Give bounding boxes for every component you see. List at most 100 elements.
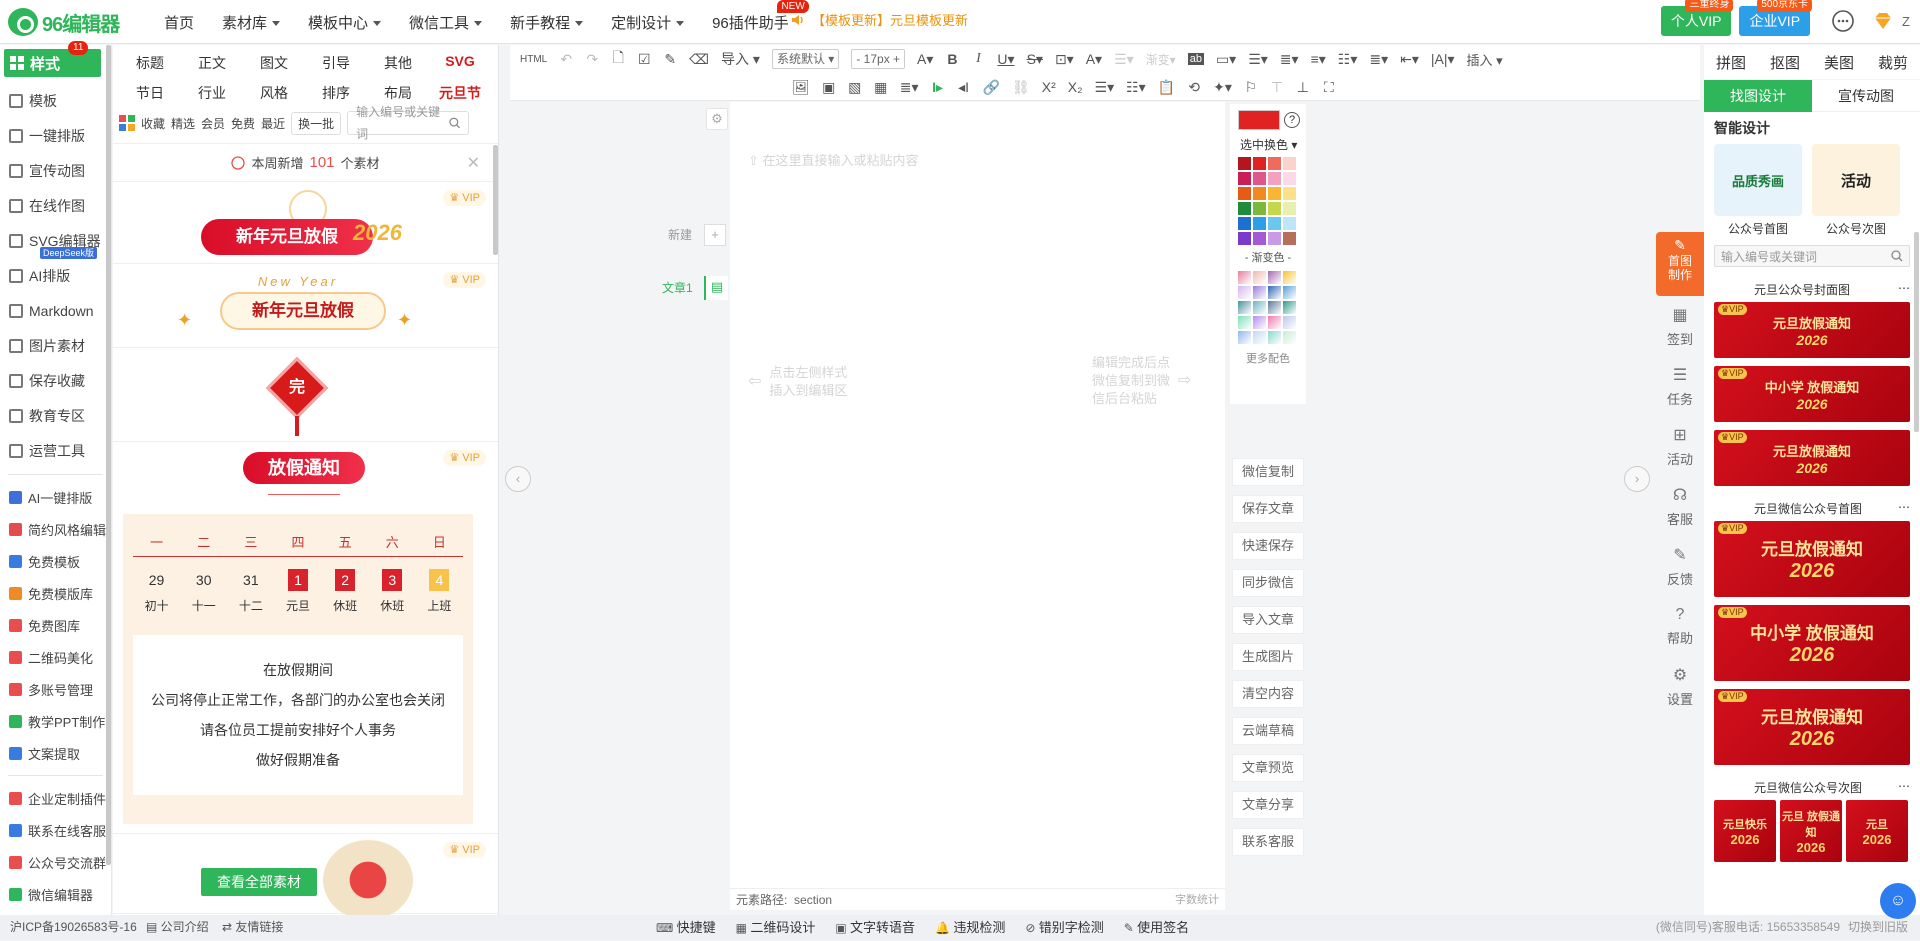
right-scrollbar[interactable] [1914, 232, 1919, 432]
side-action-button[interactable]: 联系客服 [1232, 828, 1304, 856]
sidebar-item[interactable]: 运营工具 [0, 433, 111, 468]
text-border-icon[interactable]: ⊡▾ [1055, 51, 1074, 68]
refresh-button[interactable]: 换一批 [291, 111, 342, 135]
clear-format-icon[interactable]: ⌫ [689, 51, 709, 68]
image-thumbnail[interactable]: ♛VIP 中小学 放假通知 2026 [1714, 605, 1910, 681]
nav-templates[interactable]: 模板中心 [294, 12, 395, 33]
sidebar-tool-item[interactable]: 企业定制插件 [0, 782, 111, 814]
gradient-swatch[interactable] [1253, 271, 1266, 284]
letter-spacing-icon[interactable]: ≣▾ [1369, 51, 1388, 68]
category-title[interactable]: 标题 [119, 53, 181, 73]
gradient-swatch[interactable] [1283, 301, 1296, 314]
font-color-icon[interactable]: A▾ [917, 51, 933, 68]
smart-item-cover[interactable]: 品质秀画 公众号首图 [1714, 144, 1802, 237]
nav-tutorials[interactable]: 新手教程 [496, 12, 597, 33]
footer-tool-link[interactable]: 🔔 违规检测 [935, 915, 1005, 941]
sidebar-tool-item[interactable]: AI一键排版 [0, 481, 111, 513]
line-height-icon[interactable]: ☷▾ [1338, 51, 1358, 68]
nav-home[interactable]: 首页 [150, 12, 208, 33]
tab-cutout[interactable]: 抠图 [1758, 52, 1812, 73]
text-cursor-icon[interactable]: I▸ [931, 79, 945, 96]
sidebar-item[interactable]: 教育专区 [0, 398, 111, 433]
font-family-select[interactable]: 系统默认 ▾ [771, 49, 840, 69]
gradient-swatch[interactable] [1268, 271, 1281, 284]
color-swatch[interactable] [1268, 232, 1281, 245]
gradient-swatch[interactable] [1283, 316, 1296, 329]
search-icon[interactable] [1891, 250, 1903, 262]
editor-canvas[interactable]: ⇧ 在这里直接输入或粘贴内容 ⇦ 点击左侧样式 插入到编辑区 编辑完成后点 微信复制… [730, 102, 1225, 910]
gradient-swatch[interactable] [1268, 331, 1281, 344]
category-style[interactable]: 风格 [243, 83, 305, 103]
side-action-button[interactable]: 文章预览 [1232, 754, 1304, 782]
nav-plugin-helper[interactable]: 96插件助手 NEW [698, 0, 809, 33]
more-colors-link[interactable]: 更多配色 [1230, 344, 1306, 366]
html-source-icon[interactable]: HTML [520, 54, 547, 65]
footer-tool-link[interactable]: ⌨ 快捷键 [656, 915, 716, 941]
redo-icon[interactable]: ↷ [585, 51, 599, 68]
color-filter-icon[interactable] [119, 115, 135, 131]
swap-color-menu[interactable]: 选中换色 ▾ [1230, 130, 1306, 155]
color-swatch[interactable] [1268, 157, 1281, 170]
paragraph-spacing-icon[interactable]: ≡▾ [1311, 51, 1326, 68]
image-thumbnail[interactable]: 元旦 2026 [1846, 800, 1908, 862]
sidebar-item[interactable]: 宣传动图 [0, 153, 111, 188]
strikethrough-icon[interactable]: S▾ [1027, 51, 1043, 68]
sidebar-tool-item[interactable]: 公众号交流群 [0, 846, 111, 878]
color-swatch[interactable] [1268, 217, 1281, 230]
material-card[interactable]: 完 [113, 348, 498, 442]
icp-link[interactable]: 沪ICP备19026583号-16 [10, 915, 137, 940]
material-card[interactable]: ♛ VIP 查看全部素材 [113, 834, 498, 915]
gradient-swatch[interactable] [1283, 286, 1296, 299]
search-icon[interactable] [448, 117, 461, 129]
image-thumbnail[interactable]: ♛VIP 元旦放假通知 2026 [1714, 302, 1910, 358]
footer-tool-link[interactable]: ▦ 二维码设计 [736, 915, 816, 941]
paste-icon[interactable]: 📋 [1158, 79, 1175, 96]
footer-tool-link[interactable]: ▣ 文字转语音 [835, 915, 915, 941]
color-swatch[interactable] [1238, 172, 1251, 185]
gradient-swatch[interactable] [1268, 286, 1281, 299]
sidebar-item[interactable]: SVG编辑器 DeepSeek版 [0, 223, 111, 259]
subscript-icon[interactable]: X₂ [1068, 79, 1083, 95]
right-sidebar-item[interactable]: ✎ 反馈 [1656, 536, 1704, 596]
color-swatch[interactable] [1238, 217, 1251, 230]
indent-icon[interactable]: ≣▾ [1280, 51, 1299, 68]
cursor-move-icon[interactable]: ◂I [957, 79, 971, 96]
image-thumbnail[interactable]: ♛VIP 元旦放假通知 2026 [1714, 689, 1910, 765]
gradient-swatch[interactable] [1268, 301, 1281, 314]
tab-collage[interactable]: 拼图 [1704, 52, 1758, 73]
nav-wechat-tools[interactable]: 微信工具 [395, 12, 496, 33]
gradient-swatch[interactable] [1238, 331, 1251, 344]
right-sidebar-item[interactable]: ☊ 客服 [1656, 476, 1704, 536]
color-swatch[interactable] [1253, 232, 1266, 245]
color-swatch[interactable] [1238, 202, 1251, 215]
gradient-swatch[interactable] [1253, 331, 1266, 344]
category-guide[interactable]: 引导 [305, 53, 367, 73]
word-count-link[interactable]: 字数统计 [1175, 889, 1219, 911]
sidebar-tool-item[interactable]: 联系在线客服 [0, 814, 111, 846]
gradient-swatch[interactable] [1238, 286, 1251, 299]
nav-custom-design[interactable]: 定制设计 [597, 12, 698, 33]
tab-beautify[interactable]: 美图 [1812, 52, 1866, 73]
sidebar-tool-item[interactable]: 免费图库 [0, 609, 111, 641]
material-search-input[interactable]: 输入编号或关键词 [347, 105, 470, 141]
collapse-right-button[interactable]: › [1624, 466, 1650, 492]
color-swatch[interactable] [1253, 157, 1266, 170]
message-icon[interactable] [1830, 8, 1856, 34]
insert-menu[interactable]: 插入 ▾ [1467, 50, 1503, 69]
friend-links[interactable]: ⇄ 友情链接 [222, 915, 283, 940]
color-swatch[interactable] [1283, 217, 1296, 230]
sidebar-tool-item[interactable]: 教学PPT制作 [0, 705, 111, 737]
sidebar-scrollbar[interactable] [106, 45, 111, 865]
color-swatch[interactable] [1238, 232, 1251, 245]
category-new-year[interactable]: 元旦节 [429, 83, 491, 103]
filter-free[interactable]: 免费 [231, 115, 255, 132]
sidebar-tool-item[interactable]: 免费模版库 [0, 577, 111, 609]
color-swatch[interactable] [1268, 172, 1281, 185]
list-align-icon[interactable]: ≣▾ [900, 79, 919, 96]
side-action-button[interactable]: 微信复制 [1232, 458, 1304, 486]
color-swatch[interactable] [1283, 202, 1296, 215]
category-industry[interactable]: 行业 [181, 83, 243, 103]
text-style-icon[interactable]: ab [1187, 53, 1204, 65]
align-justify-icon[interactable]: ☰▾ [1248, 51, 1268, 68]
tab-promo-gif[interactable]: 宣传动图 [1812, 80, 1920, 112]
